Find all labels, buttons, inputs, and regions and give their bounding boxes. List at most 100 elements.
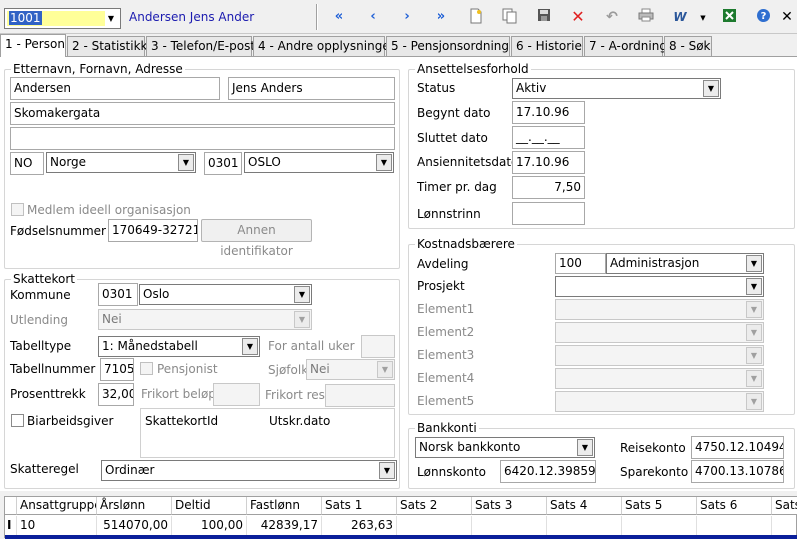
- table-cell[interactable]: [622, 516, 697, 535]
- tabellnummer-field[interactable]: 7105: [100, 358, 134, 381]
- chevron-down-icon[interactable]: ▼: [178, 154, 194, 171]
- prev-record-icon[interactable]: ‹: [364, 8, 382, 26]
- chevron-down-icon[interactable]: ▼: [379, 462, 395, 479]
- last-name-field[interactable]: Andersen: [10, 77, 220, 100]
- prosenttrekk-field[interactable]: 32,00: [98, 383, 134, 406]
- column-header[interactable]: Årslønn: [97, 497, 172, 515]
- table-cell[interactable]: [397, 516, 472, 535]
- lonnskonto-field[interactable]: 6420.12.39859: [500, 460, 596, 483]
- other-id-button[interactable]: Annen identifikator: [201, 219, 312, 258]
- table-cell[interactable]: 100,00: [172, 516, 247, 535]
- column-header[interactable]: Ansattgruppe: [17, 497, 97, 515]
- country-select[interactable]: Norge ▼: [46, 152, 196, 173]
- address-line2-field[interactable]: [10, 127, 395, 150]
- tab-person[interactable]: 1 - Person: [0, 34, 66, 57]
- prosjekt-select[interactable]: ▼: [555, 276, 764, 297]
- timer-pr-dag-field[interactable]: 7,50: [512, 176, 585, 199]
- table-cell[interactable]: 263,63: [322, 516, 397, 535]
- table-cell[interactable]: [772, 516, 797, 535]
- birth-number-field[interactable]: 170649-32721: [108, 219, 198, 242]
- utlending-select[interactable]: Nei ▼: [98, 309, 312, 330]
- table-cell[interactable]: 10: [17, 516, 97, 535]
- sparekonto-field[interactable]: 4700.13.10786: [691, 460, 784, 483]
- country-code-field[interactable]: NO: [10, 152, 44, 175]
- ansiennitetsdato-field[interactable]: 17.10.96: [512, 151, 585, 174]
- element2-select[interactable]: ▼: [555, 322, 764, 343]
- bank-account-type-select[interactable]: Norsk bankkonto ▼: [415, 437, 595, 458]
- table-cell[interactable]: [472, 516, 547, 535]
- kommune-code-field[interactable]: 0301: [98, 283, 138, 306]
- ansiennitetsdato-label: Ansiennitetsdato: [417, 155, 519, 169]
- chevron-down-icon[interactable]: ▼: [242, 338, 258, 355]
- member-checkbox[interactable]: [11, 203, 24, 216]
- postal-place-select[interactable]: OSLO ▼: [244, 152, 394, 173]
- word-icon[interactable]: W: [671, 8, 689, 26]
- tab-sok[interactable]: 8 - Søk: [664, 36, 712, 56]
- element1-select[interactable]: ▼: [555, 299, 764, 320]
- column-header[interactable]: Sats 4: [547, 497, 622, 515]
- kommune-select[interactable]: Oslo ▼: [139, 284, 312, 305]
- frikort-belop-field[interactable]: [213, 383, 260, 406]
- element4-select[interactable]: ▼: [555, 368, 764, 389]
- column-header[interactable]: Sats 1: [322, 497, 397, 515]
- undo-icon[interactable]: ↶: [603, 8, 621, 26]
- employee-selector[interactable]: 1001 ▼: [4, 8, 121, 29]
- tab-a-ordning[interactable]: 7 - A-ordning: [584, 36, 667, 56]
- chevron-down-icon[interactable]: ▼: [746, 255, 762, 272]
- close-icon[interactable]: ✕: [778, 8, 796, 26]
- first-record-icon[interactable]: «: [330, 8, 348, 26]
- element5-select[interactable]: ▼: [555, 391, 764, 412]
- column-header[interactable]: Fastlønn: [247, 497, 322, 515]
- chevron-down-icon[interactable]: ▼: [746, 278, 762, 295]
- begynt-dato-field[interactable]: 17.10.96: [512, 101, 585, 124]
- chevron-down-icon[interactable]: ▼: [103, 10, 119, 27]
- salary-grid[interactable]: Ansattgruppe Årslønn Deltid Fastlønn Sat…: [4, 496, 797, 539]
- column-header[interactable]: Sats 5: [622, 497, 697, 515]
- table-cell[interactable]: [547, 516, 622, 535]
- chevron-down-icon[interactable]: ▼: [294, 286, 310, 303]
- excel-icon[interactable]: [720, 8, 738, 26]
- column-header[interactable]: Sats 3: [472, 497, 547, 515]
- skatteregel-select[interactable]: Ordinær ▼: [101, 460, 397, 481]
- frikort-rest-field[interactable]: [325, 384, 395, 407]
- help-icon[interactable]: ?: [754, 8, 772, 26]
- antall-uker-field[interactable]: [361, 335, 395, 358]
- table-cell[interactable]: [697, 516, 772, 535]
- avdeling-code-field[interactable]: 100: [555, 253, 606, 274]
- biarbeidsgiver-checkbox[interactable]: [11, 414, 24, 427]
- first-name-field[interactable]: Jens Anders: [228, 77, 395, 100]
- sluttet-dato-field[interactable]: __.__.__: [512, 126, 585, 149]
- print-icon[interactable]: [637, 8, 655, 26]
- tab-pensjonsordning[interactable]: 5 - Pensjonsordning: [386, 36, 510, 56]
- avdeling-select[interactable]: Administrasjon ▼: [606, 253, 764, 274]
- chevron-down-icon[interactable]: ▼: [376, 154, 392, 171]
- delete-icon[interactable]: ✕: [569, 8, 587, 26]
- pensjonist-checkbox[interactable]: [140, 362, 153, 375]
- postal-code-field[interactable]: 0301: [204, 152, 242, 175]
- chevron-down-icon[interactable]: ▼: [577, 439, 593, 456]
- column-header[interactable]: Sats 2: [397, 497, 472, 515]
- column-header[interactable]: Sats: [772, 497, 797, 515]
- tab-telefon-epost[interactable]: 3 - Telefon/E-post: [146, 36, 255, 56]
- column-header[interactable]: Sats 6: [697, 497, 772, 515]
- address-line1-field[interactable]: Skomakergata: [10, 102, 395, 125]
- tabelltype-select[interactable]: 1: Månedstabell ▼: [98, 336, 260, 357]
- chevron-down-icon[interactable]: ▼: [703, 80, 719, 97]
- save-icon[interactable]: [535, 8, 553, 26]
- next-record-icon[interactable]: ›: [398, 8, 416, 26]
- lonnstrinn-field[interactable]: [512, 202, 585, 225]
- new-record-icon[interactable]: [467, 8, 485, 26]
- status-select[interactable]: Aktiv ▼: [512, 78, 721, 99]
- last-record-icon[interactable]: »: [432, 8, 450, 26]
- tab-andre-opplysninger[interactable]: 4 - Andre opplysninger: [253, 36, 395, 56]
- reisekonto-field[interactable]: 4750.12.10494: [691, 436, 784, 459]
- chevron-down-icon[interactable]: ▼: [694, 8, 712, 26]
- table-cell[interactable]: 514070,00: [97, 516, 172, 535]
- table-cell[interactable]: 42839,17: [247, 516, 322, 535]
- element3-select[interactable]: ▼: [555, 345, 764, 366]
- copy-icon[interactable]: [501, 8, 519, 26]
- column-header[interactable]: Deltid: [172, 497, 247, 515]
- tab-statistikk[interactable]: 2 - Statistikk: [67, 36, 148, 56]
- sjofolk-select[interactable]: Nei ▼: [306, 359, 395, 380]
- tab-historie[interactable]: 6 - Historie: [511, 36, 583, 56]
